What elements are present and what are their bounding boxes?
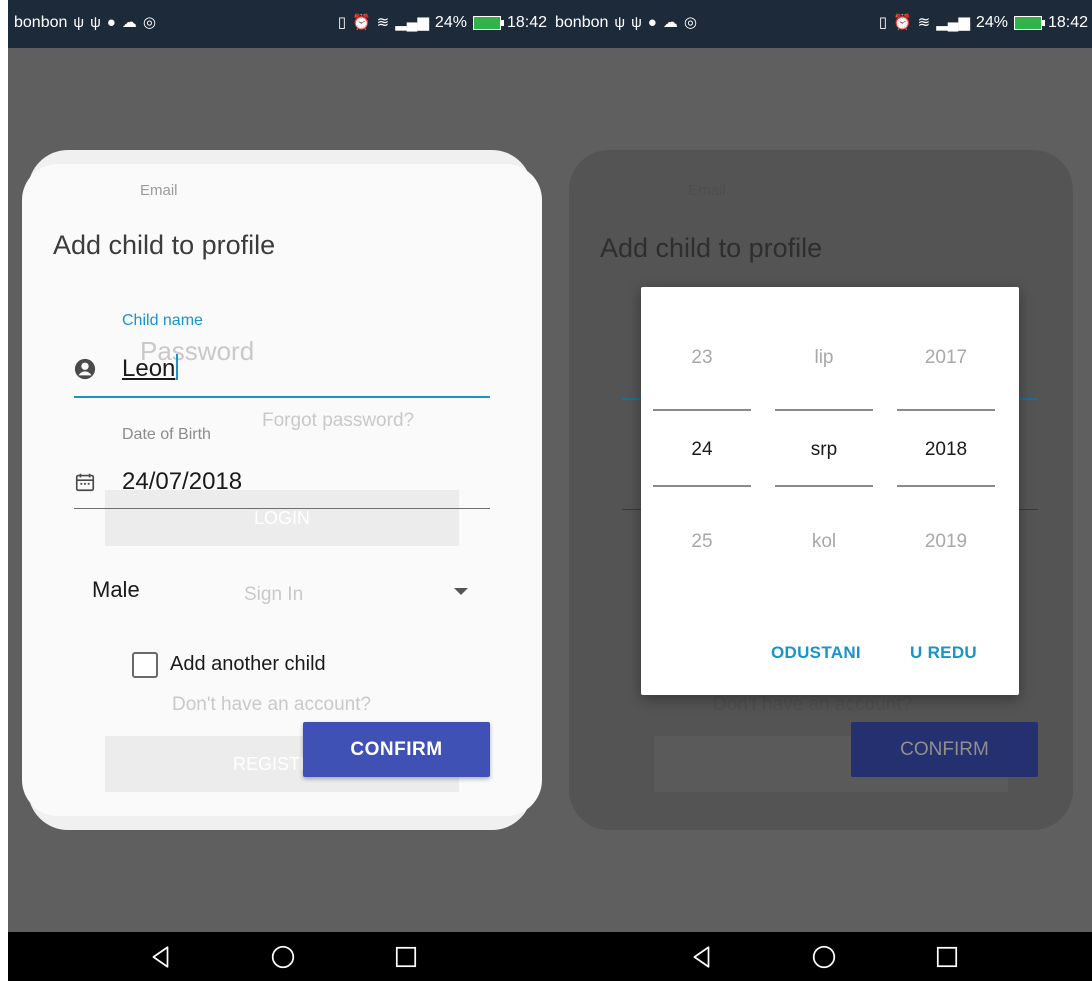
back-icon[interactable]: [148, 944, 174, 970]
day-previous[interactable]: 23: [653, 347, 751, 369]
year-divider-top: [897, 409, 995, 411]
dimmed-email-label: Email: [688, 182, 726, 199]
add-child-dialog: Email Password Forgot password? LOGIN Si…: [22, 164, 542, 816]
ghost-login-button: LOGIN: [105, 490, 459, 546]
vibrate-icon: ▯: [337, 14, 346, 31]
status-right: ▯ ⏰ ≋ ▂▄▆ 24% 18:42: [338, 14, 547, 32]
signal-icon: ▂▄▆: [395, 14, 429, 31]
ghost-login-label: LOGIN: [253, 507, 310, 528]
confirm-button[interactable]: CONFIRM: [303, 722, 490, 777]
cloud-icon: ☁: [662, 14, 678, 31]
usb-icon: ψ: [90, 14, 101, 31]
carrier-name: bonbon: [555, 14, 609, 31]
usb-icon: ψ: [631, 14, 642, 31]
phone-screen-add-child: bonbon ψ ψ ● ☁ ◎ ▯ ⏰ ≋ ▂▄▆ 24% 18:42 Ema…: [8, 0, 551, 981]
day-divider-bottom: [653, 485, 751, 487]
ghost-sign-in: Sign In: [244, 584, 304, 605]
month-divider-top: [775, 409, 873, 411]
status-bar: bonbon ψ ψ ● ☁ ◎ ▯ ⏰ ≋ ▂▄▆ 24% 18:42: [549, 0, 1092, 48]
clock: 18:42: [1047, 14, 1088, 31]
child-name-input[interactable]: Leon: [122, 354, 179, 383]
battery-icon: [472, 16, 504, 30]
alarm-icon: ⏰: [892, 14, 912, 31]
dimmed-confirm-label: CONFIRM: [900, 738, 989, 760]
signal-icon: ▂▄▆: [936, 14, 970, 31]
ghost-no-account: Don't have an account?: [172, 694, 372, 715]
dialog-title: Add child to profile: [53, 230, 276, 260]
recent-apps-icon[interactable]: [393, 944, 419, 970]
cloud-icon: ☁: [121, 14, 137, 31]
dimmed-no-account: Don't have an account?: [713, 694, 913, 715]
dob-label: Date of Birth: [122, 426, 211, 443]
date-picker-dialog: 23 24 25 lip srp kol 2017 2018 2019 ODUS…: [641, 287, 1019, 695]
month-next[interactable]: kol: [775, 531, 873, 553]
account-circle-icon: [74, 358, 96, 380]
year-selected[interactable]: 2018: [897, 439, 995, 461]
usb-icon: ψ: [73, 14, 85, 31]
battery-percent: 24%: [975, 14, 1008, 31]
wifi-icon: ≋: [917, 14, 931, 31]
battery-percent: 24%: [434, 14, 467, 31]
battery-icon: [1013, 16, 1045, 30]
home-icon[interactable]: [270, 944, 296, 970]
gender-select[interactable]: Male: [92, 577, 140, 603]
alarm-icon: ⏰: [351, 14, 371, 31]
day-divider-top: [653, 409, 751, 411]
add-another-child-label[interactable]: Add another child: [170, 653, 326, 676]
ok-button[interactable]: U REDU: [910, 643, 977, 663]
text-cursor: [176, 354, 179, 380]
ghost-forgot-password: Forgot password?: [262, 410, 415, 431]
day-next[interactable]: 25: [653, 531, 751, 553]
instagram-icon: ◎: [683, 14, 697, 31]
child-name-label: Child name: [122, 312, 203, 329]
cancel-button[interactable]: ODUSTANI: [771, 643, 861, 663]
wifi-icon: ≋: [376, 14, 390, 31]
dimmed-confirm-button: CONFIRM: [851, 722, 1038, 777]
messenger-icon: ●: [647, 14, 657, 31]
dropdown-arrow-icon[interactable]: [454, 588, 468, 595]
vibrate-icon: ▯: [878, 14, 887, 31]
calendar-icon: [75, 473, 95, 492]
status-left: bonbon ψ ψ ● ☁ ◎: [555, 14, 697, 32]
year-divider-bottom: [897, 485, 995, 487]
dob-underline: [74, 508, 490, 509]
messenger-icon: ●: [106, 14, 116, 31]
instagram-icon: ◎: [142, 14, 156, 31]
year-previous[interactable]: 2017: [897, 347, 995, 369]
navigation-bar: [8, 932, 551, 981]
clock: 18:42: [506, 14, 547, 31]
phone-screen-date-picker: bonbon ψ ψ ● ☁ ◎ ▯ ⏰ ≋ ▂▄▆ 24% 18:42 Ema…: [549, 0, 1092, 981]
year-next[interactable]: 2019: [897, 531, 995, 553]
status-left: bonbon ψ ψ ● ☁ ◎: [14, 14, 156, 32]
month-divider-bottom: [775, 485, 873, 487]
child-name-underline: [74, 396, 490, 398]
usb-icon: ψ: [614, 14, 626, 31]
add-another-child-checkbox[interactable]: [132, 652, 158, 678]
navigation-bar: [549, 932, 1092, 981]
confirm-button-label: CONFIRM: [350, 738, 443, 760]
carrier-name: bonbon: [14, 14, 68, 31]
month-selected[interactable]: srp: [775, 439, 873, 461]
dimmed-dialog-title: Add child to profile: [600, 233, 823, 263]
status-right: ▯ ⏰ ≋ ▂▄▆ 24% 18:42: [879, 14, 1088, 32]
month-previous[interactable]: lip: [775, 347, 873, 369]
day-selected[interactable]: 24: [653, 439, 751, 461]
status-bar: bonbon ψ ψ ● ☁ ◎ ▯ ⏰ ≋ ▂▄▆ 24% 18:42: [8, 0, 551, 48]
child-name-value: Leon: [122, 355, 176, 382]
back-icon[interactable]: [689, 944, 715, 970]
dob-input[interactable]: 24/07/2018: [122, 468, 242, 496]
home-icon[interactable]: [811, 944, 837, 970]
recent-apps-icon[interactable]: [934, 944, 960, 970]
ghost-email-label: Email: [140, 182, 178, 199]
